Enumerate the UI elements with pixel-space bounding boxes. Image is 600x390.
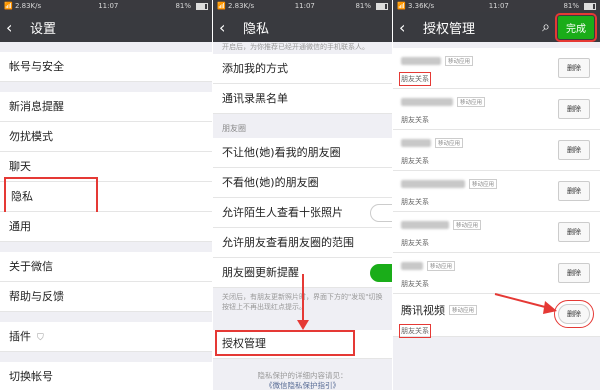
battery-icon xyxy=(196,2,208,10)
permission-label: 朋友关系 xyxy=(401,280,429,288)
page-title: 隐私 xyxy=(243,21,270,37)
privacy-screen: 📶 2.83K/s 11:07 81% ‹ 隐私 开启后，为你推荐已经开通微信的… xyxy=(213,0,392,390)
settings-item-about[interactable]: 关于微信 xyxy=(0,252,212,282)
clock: 11:07 xyxy=(488,2,509,10)
privacy-footer: 隐私保护的详细内容请见：《微信隐私保护指引》 xyxy=(213,367,392,390)
app-name-blurred xyxy=(401,221,449,229)
permission-label: 朋友关系 xyxy=(401,239,429,247)
shield-icon: ⛉ xyxy=(37,333,44,343)
network-speed: 📶 2.83K/s xyxy=(217,2,255,10)
battery-percent: 81% xyxy=(175,2,191,10)
app-name-blurred xyxy=(401,180,465,188)
mobile-app-tag: 移动应用 xyxy=(427,261,456,271)
auth-app-row: 移动应用 朋友关系 删除 xyxy=(393,130,600,171)
app-name: 腾讯视频 xyxy=(401,304,445,317)
delete-button[interactable]: 删除 xyxy=(558,222,590,242)
permission-label: 朋友关系 xyxy=(399,324,431,338)
mobile-app-tag: 移动应用 xyxy=(435,138,464,148)
clock: 11:07 xyxy=(98,2,119,10)
status-bar: 📶 2.83K/s 11:07 81% xyxy=(0,0,212,12)
auth-app-row-tencent-video: 腾讯视频 移动应用 朋友关系 删除 xyxy=(393,294,600,338)
update-toggle[interactable] xyxy=(370,264,392,282)
network-speed: 📶 3.36K/s xyxy=(397,2,435,10)
privacy-highlight: 隐私 xyxy=(4,177,98,216)
auth-app-row: 移动应用 朋友关系 删除 xyxy=(393,48,600,89)
network-speed: 📶 2.83K/s xyxy=(4,2,42,10)
settings-item-general[interactable]: 通用 xyxy=(0,212,212,242)
back-arrow-icon[interactable]: ‹ xyxy=(399,18,415,37)
settings-item-plugins[interactable]: 插件 ⛉ xyxy=(0,322,212,352)
app-name-blurred xyxy=(401,57,441,65)
clock: 11:07 xyxy=(294,2,315,10)
settings-item-notify[interactable]: 新消息提醒 xyxy=(0,92,212,122)
permission-label: 朋友关系 xyxy=(401,157,429,165)
privacy-guide-link[interactable]: 《微信隐私保护指引》 xyxy=(265,381,340,390)
status-bar: 📶 2.83K/s 11:07 81% xyxy=(213,0,392,12)
auth-app-row: 移动应用 朋友关系 删除 xyxy=(393,171,600,212)
mobile-app-tag: 移动应用 xyxy=(445,56,474,66)
moments-item-block-view[interactable]: 不让他(她)看我的朋友圈 xyxy=(213,138,392,168)
mobile-app-tag: 移动应用 xyxy=(457,97,486,107)
update-note: 关闭后，有朋友更新照片时，界面下方的"发现"切换按钮上不再出现红点提示。 xyxy=(222,293,383,311)
moments-item-range[interactable]: 允许朋友查看朋友圈的范围 xyxy=(213,228,392,258)
settings-item-privacy[interactable]: 隐私 xyxy=(0,177,212,216)
page-title: 设置 xyxy=(30,21,57,37)
permission-label: 朋友关系 xyxy=(401,116,429,124)
settings-item-chat[interactable]: 聊天 xyxy=(0,152,212,182)
battery-percent: 81% xyxy=(563,2,579,10)
settings-screen: 📶 2.83K/s 11:07 81% ‹ 设置 帐号与安全 新消息提醒 勿扰模… xyxy=(0,0,212,390)
delete-button[interactable]: 删除 xyxy=(558,181,590,201)
navbar: ‹ 设置 xyxy=(0,12,212,42)
navbar: ‹ 授权管理 ⌕ 完成 xyxy=(393,12,600,42)
moments-item-hide-theirs[interactable]: 不看他(她)的朋友圈 xyxy=(213,168,392,198)
done-button[interactable]: 完成 xyxy=(555,12,597,42)
settings-item-dnd[interactable]: 勿扰模式 xyxy=(0,122,212,152)
privacy-item-blacklist[interactable]: 通讯录黑名单 xyxy=(213,84,392,114)
footer-prefix: 隐私保护的详细内容请见： xyxy=(257,371,348,380)
battery-icon xyxy=(376,2,388,10)
mobile-app-tag: 移动应用 xyxy=(453,220,482,230)
moments-item-stranger[interactable]: 允许陌生人查看十张照片 xyxy=(213,198,392,228)
auth-app-row: 移动应用 朋友关系 删除 xyxy=(393,253,600,294)
privacy-item-auth-manage[interactable]: 授权管理 xyxy=(213,330,392,359)
privacy-item-add-me[interactable]: 添加我的方式 xyxy=(213,54,392,84)
back-arrow-icon[interactable]: ‹ xyxy=(6,18,22,37)
permission-label: 朋友关系 xyxy=(401,198,429,206)
stranger-label: 允许陌生人查看十张照片 xyxy=(222,206,343,219)
auth-manage-highlight xyxy=(215,330,355,356)
stranger-toggle[interactable] xyxy=(370,204,392,222)
permission-label: 朋友关系 xyxy=(399,72,431,86)
back-arrow-icon[interactable]: ‹ xyxy=(219,18,235,37)
auth-app-row: 移动应用 朋友关系 删除 xyxy=(393,89,600,130)
delete-button[interactable]: 删除 xyxy=(558,99,590,119)
page-title: 授权管理 xyxy=(423,21,476,37)
mobile-app-tag: 移动应用 xyxy=(449,305,478,315)
auth-app-row: 移动应用 朋友关系 删除 xyxy=(393,212,600,253)
delete-button[interactable]: 删除 xyxy=(554,300,594,328)
app-name-blurred xyxy=(401,139,431,147)
delete-button[interactable]: 删除 xyxy=(558,263,590,283)
navbar: ‹ 隐私 xyxy=(213,12,392,42)
battery-icon xyxy=(584,2,596,10)
settings-item-switch-account[interactable]: 切换帐号 xyxy=(0,362,212,390)
auth-manage-screen: 📶 3.36K/s 11:07 81% ‹ 授权管理 ⌕ 完成 移动应用 朋友关… xyxy=(393,0,600,390)
settings-item-account[interactable]: 帐号与安全 xyxy=(0,52,212,82)
delete-button[interactable]: 删除 xyxy=(558,140,590,160)
plugins-label: 插件 xyxy=(9,330,31,343)
app-name-blurred xyxy=(401,98,453,106)
moments-item-update[interactable]: 朋友圈更新提醒 xyxy=(213,258,392,288)
app-name-blurred xyxy=(401,262,423,270)
delete-button[interactable]: 删除 xyxy=(558,58,590,78)
status-bar: 📶 3.36K/s 11:07 81% xyxy=(393,0,600,12)
mobile-app-tag: 移动应用 xyxy=(469,179,498,189)
update-label: 朋友圈更新提醒 xyxy=(222,266,299,279)
settings-item-help[interactable]: 帮助与反馈 xyxy=(0,282,212,312)
battery-percent: 81% xyxy=(355,2,371,10)
section-moments: 朋友圈 xyxy=(222,124,246,133)
search-icon[interactable]: ⌕ xyxy=(542,19,550,35)
contacts-note: 开启后，为你推荐已经开通微信的手机联系人。 xyxy=(222,43,369,51)
